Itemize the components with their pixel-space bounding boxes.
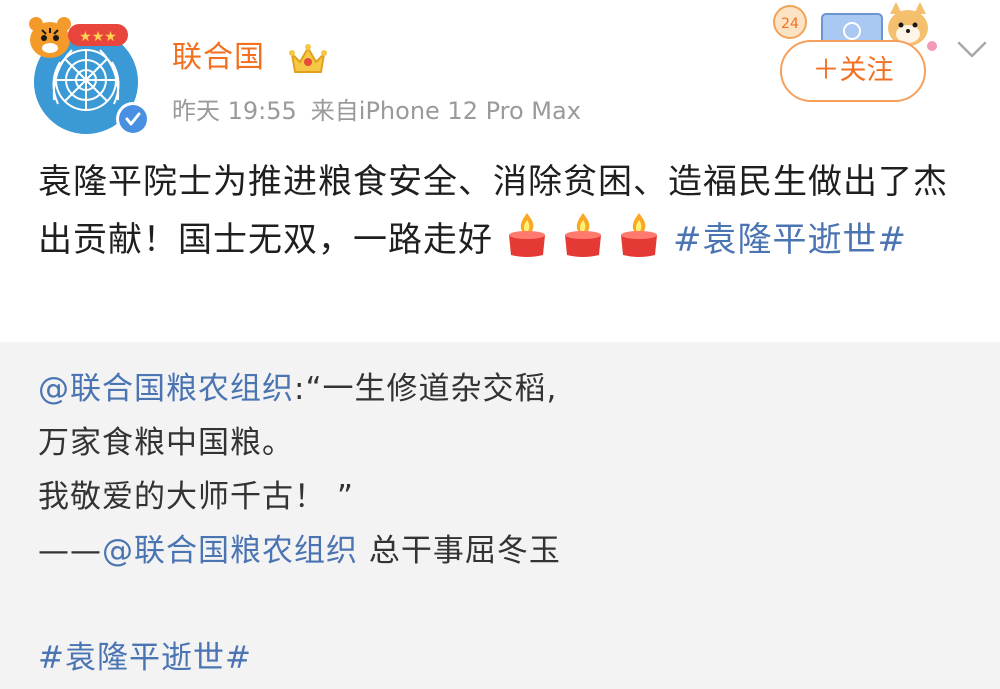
repost-quote-start: :“一生修道杂交稻, [294,371,558,407]
chevron-down-icon[interactable] [956,40,988,60]
svg-text:24: 24 [781,16,799,32]
post-header: ★★★ 联合国 昨天 19:55 来自iPhone 12 Pro Max 24 [0,0,1000,140]
repost-card[interactable]: @联合国粮农组织:“一生修道杂交稻, 万家食粮中国粮。 我敬爱的大师千古！ ” … [0,342,1000,689]
mention-link[interactable]: @联合国粮农组织 [38,371,294,407]
repost-line: 我敬爱的大师千古！ ” [38,479,354,515]
dash-prefix: —— [38,533,102,569]
candle-icon [617,211,661,259]
repost-line: @联合国粮农组织:“一生修道杂交稻, [38,362,978,416]
svg-text:★★★: ★★★ [79,29,117,45]
user-name[interactable]: 联合国 [172,38,265,78]
signature-text: 总干事屈冬玉 [358,533,561,569]
repost-line: 万家食粮中国粮。 [38,425,294,461]
post-meta: 昨天 19:55 来自iPhone 12 Pro Max [172,94,595,128]
mention-link[interactable]: @联合国粮农组织 [102,533,358,569]
hashtag-link[interactable]: #袁隆平逝世# [673,220,907,260]
crown-icon [288,42,328,78]
post-source: 来自iPhone 12 Pro Max [310,97,581,125]
verified-badge-icon [116,102,150,136]
candle-icon [505,211,549,259]
post-body: 袁隆平院士为推进粮食安全、消除贫困、造福民生做出了杰出贡献！国士无双，一路走好 #… [38,154,968,269]
repost-line: ——@联合国粮农组织 总干事屈冬玉 [38,524,978,578]
repost-text: @联合国粮农组织:“一生修道杂交稻, 万家食粮中国粮。 我敬爱的大师千古！ ” … [38,362,978,578]
follow-button[interactable]: ＋关注 [780,40,926,102]
avatar[interactable]: ★★★ [20,10,150,136]
repost-hashtag-link[interactable]: #袁隆平逝世# [38,631,252,685]
candle-icon [561,211,605,259]
post-time: 昨天 19:55 [172,97,297,125]
tiger-pendant-icon: ★★★ [20,10,132,64]
